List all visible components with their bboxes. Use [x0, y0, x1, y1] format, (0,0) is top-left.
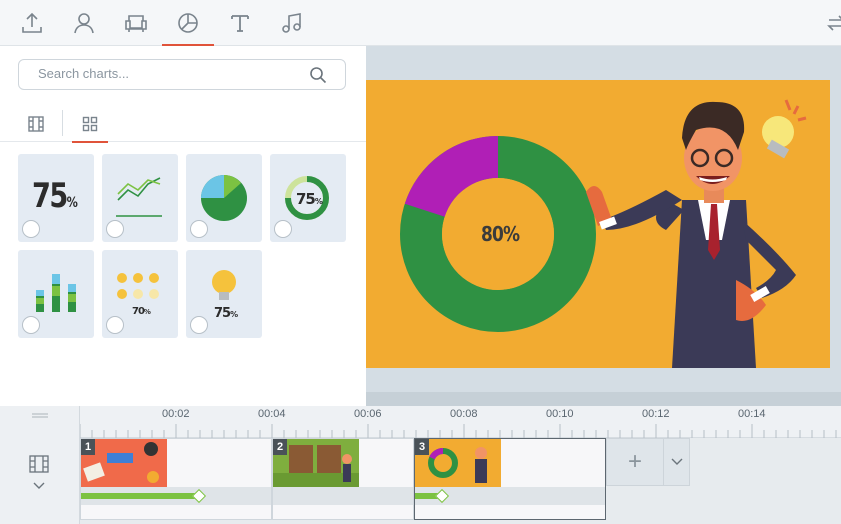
thumb-number-value: 75% [32, 176, 78, 216]
drag-handle-icon[interactable] [30, 412, 50, 420]
thumb-donut-value: 75% [296, 190, 323, 208]
chart-thumb-donut[interactable]: 75% [270, 154, 346, 242]
props-icon [125, 15, 147, 32]
subtab-divider [62, 110, 63, 136]
zoom-icon[interactable] [106, 220, 124, 238]
scene-number: 2 [273, 439, 287, 455]
scene-clip-3[interactable]: 3 [414, 438, 606, 520]
zoom-icon[interactable] [190, 316, 208, 334]
character-icon [74, 13, 94, 34]
thumb-bulbs-value: 70% [132, 306, 151, 317]
music-icon [282, 13, 301, 33]
chart-thumb-bulb[interactable]: 75% [186, 250, 262, 338]
film-grid-icon [28, 116, 44, 132]
tab-elements[interactable] [72, 106, 108, 143]
chart-thumb-line[interactable] [102, 154, 178, 242]
swap-icon[interactable] [823, 10, 841, 36]
charts-panel: 75% 75% [0, 46, 366, 406]
duration-fill [81, 493, 199, 499]
music-tool[interactable] [266, 0, 318, 46]
timeline-sidebar [0, 406, 80, 524]
donut-value-label: 80% [481, 222, 520, 246]
chart-thumb-bulbs[interactable]: 70% [102, 250, 178, 338]
add-scene-label: + [627, 448, 642, 475]
businessman-character[interactable] [586, 101, 796, 368]
chart-thumb-number[interactable]: 75% [18, 154, 94, 242]
upload-icon [22, 12, 42, 33]
tick-label: 00:06 [354, 408, 382, 420]
search-icon[interactable] [309, 66, 327, 84]
add-scene-dropdown[interactable] [664, 438, 690, 486]
duration-handle[interactable] [434, 488, 449, 504]
scene-number: 3 [415, 439, 429, 455]
zoom-icon[interactable] [190, 220, 208, 238]
grid-icon [82, 116, 98, 132]
tick-label: 00:04 [258, 408, 286, 420]
tick-label: 00:08 [450, 408, 478, 420]
scene-clip-1[interactable]: 1 [80, 438, 272, 520]
search-box [18, 59, 346, 90]
scene-duration-bar[interactable] [273, 487, 413, 505]
tick-label: 00:12 [642, 408, 670, 420]
canvas-scroll-strip [366, 392, 841, 406]
lightbulb-icon [762, 99, 807, 159]
scene-number: 1 [81, 439, 95, 455]
text-icon [231, 15, 249, 32]
upload-tool[interactable] [6, 0, 58, 46]
panel-subtabs [0, 106, 366, 143]
text-tool[interactable] [214, 0, 266, 46]
chevron-down-icon [671, 458, 682, 465]
charts-tool[interactable] [162, 0, 214, 46]
charts-icon [178, 13, 198, 33]
add-scene-button[interactable]: + [606, 438, 664, 486]
props-tool[interactable] [110, 0, 162, 46]
zoom-icon[interactable] [22, 220, 40, 238]
zoom-icon[interactable] [106, 316, 124, 334]
scene-duration-bar[interactable] [415, 487, 605, 505]
timeline: 00:02 00:04 00:06 00:08 00:10 00:12 00:1… [0, 406, 841, 524]
tab-scenes[interactable] [18, 106, 54, 142]
scene-duration-bar[interactable] [81, 487, 271, 505]
scenes-icon[interactable] [28, 454, 50, 474]
chart-thumb-bar[interactable] [18, 250, 94, 338]
slide-artwork [400, 99, 807, 368]
timeline-ruler[interactable]: 00:02 00:04 00:06 00:08 00:10 00:12 00:1… [79, 406, 841, 438]
tick-label: 00:14 [738, 408, 766, 420]
top-toolbar [0, 0, 841, 46]
chevron-down-icon[interactable] [33, 482, 45, 490]
duration-handle[interactable] [191, 488, 206, 504]
tick-label: 00:10 [546, 408, 574, 420]
zoom-icon[interactable] [274, 220, 292, 238]
search-input[interactable] [38, 66, 298, 81]
tick-label: 00:02 [162, 408, 190, 420]
zoom-icon[interactable] [22, 316, 40, 334]
slide-canvas[interactable]: 80% [366, 80, 830, 368]
chart-thumb-pie[interactable] [186, 154, 262, 242]
timeline-tracks: 1 2 3 + [80, 438, 841, 524]
thumb-bulb-value: 75% [214, 306, 238, 321]
character-tool[interactable] [58, 0, 110, 46]
scene-clip-2[interactable]: 2 [272, 438, 414, 520]
